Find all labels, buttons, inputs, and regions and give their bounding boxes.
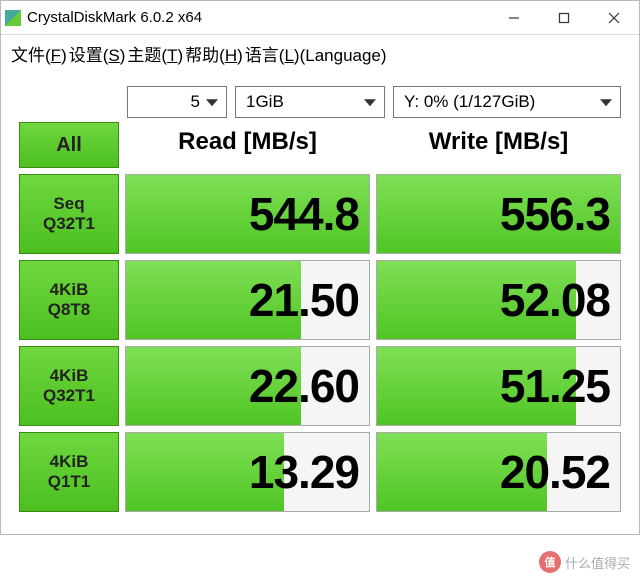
4kib-q1t1-write-cell: 20.52 [376,432,621,512]
passes-select[interactable]: 5 [127,86,227,118]
window-controls [489,3,639,33]
write-header: Write [MB/s] [376,122,621,168]
test-label: Q8T8 [48,300,91,320]
test-label: 4KiB [50,452,89,472]
controls-row: 5 1GiB Y: 0% (1/127GiB) [19,86,621,118]
menu-file[interactable]: 文件(F) [11,41,67,66]
menubar: 文件(F) 设置(S) 主题(T) 帮助(H) 语言(L)(Language) [1,35,639,72]
passes-value: 5 [191,92,200,112]
menu-settings[interactable]: 设置(S) [69,41,126,66]
value-text: 544.8 [249,187,359,241]
content-area: 5 1GiB Y: 0% (1/127GiB) All Read [MB/s] … [1,72,639,534]
seq-q32t1-write-cell: 556.3 [376,174,621,254]
4kib-q32t1-read-cell: 22.60 [125,346,370,426]
value-text: 52.08 [500,273,610,327]
4kib-q1t1-read-cell: 13.29 [125,432,370,512]
value-text: 556.3 [500,187,610,241]
test-label: Q32T1 [43,214,95,234]
watermark: 值 什么值得买 [539,551,630,573]
test-4kib-q32t1-button[interactable]: 4KiBQ32T1 [19,346,119,426]
value-text: 20.52 [500,445,610,499]
menu-language[interactable]: 语言(L)(Language) [245,41,387,66]
4kib-q8t8-read-cell: 21.50 [125,260,370,340]
drive-value: Y: 0% (1/127GiB) [404,92,535,112]
test-label: Q1T1 [48,472,91,492]
window-title: CrystalDiskMark 6.0.2 x64 [27,9,489,26]
4kib-q8t8-write-cell: 52.08 [376,260,621,340]
watermark-text: 什么值得买 [565,553,630,572]
app-window: CrystalDiskMark 6.0.2 x64 文件(F) 设置(S) 主题… [0,0,640,535]
all-button[interactable]: All [19,122,119,168]
test-4kib-q8t8-button[interactable]: 4KiBQ8T8 [19,260,119,340]
maximize-button[interactable] [539,3,589,33]
app-icon [5,10,21,26]
size-select[interactable]: 1GiB [235,86,385,118]
value-text: 51.25 [500,359,610,413]
test-label: Q32T1 [43,386,95,406]
titlebar: CrystalDiskMark 6.0.2 x64 [1,1,639,35]
read-header: Read [MB/s] [125,122,370,168]
test-label: Seq [53,194,84,214]
results-grid: All Read [MB/s] Write [MB/s] SeqQ32T1 54… [19,122,621,512]
test-label: 4KiB [50,280,89,300]
drive-select[interactable]: Y: 0% (1/127GiB) [393,86,621,118]
test-4kib-q1t1-button[interactable]: 4KiBQ1T1 [19,432,119,512]
close-button[interactable] [589,3,639,33]
menu-theme[interactable]: 主题(T) [127,41,183,66]
minimize-button[interactable] [489,3,539,33]
value-text: 21.50 [249,273,359,327]
watermark-icon: 值 [539,551,561,573]
test-label: 4KiB [50,366,89,386]
4kib-q32t1-write-cell: 51.25 [376,346,621,426]
size-value: 1GiB [246,92,284,112]
seq-q32t1-read-cell: 544.8 [125,174,370,254]
value-text: 13.29 [249,445,359,499]
menu-help[interactable]: 帮助(H) [185,41,243,66]
value-text: 22.60 [249,359,359,413]
test-seq-q32t1-button[interactable]: SeqQ32T1 [19,174,119,254]
all-label: All [56,134,82,157]
